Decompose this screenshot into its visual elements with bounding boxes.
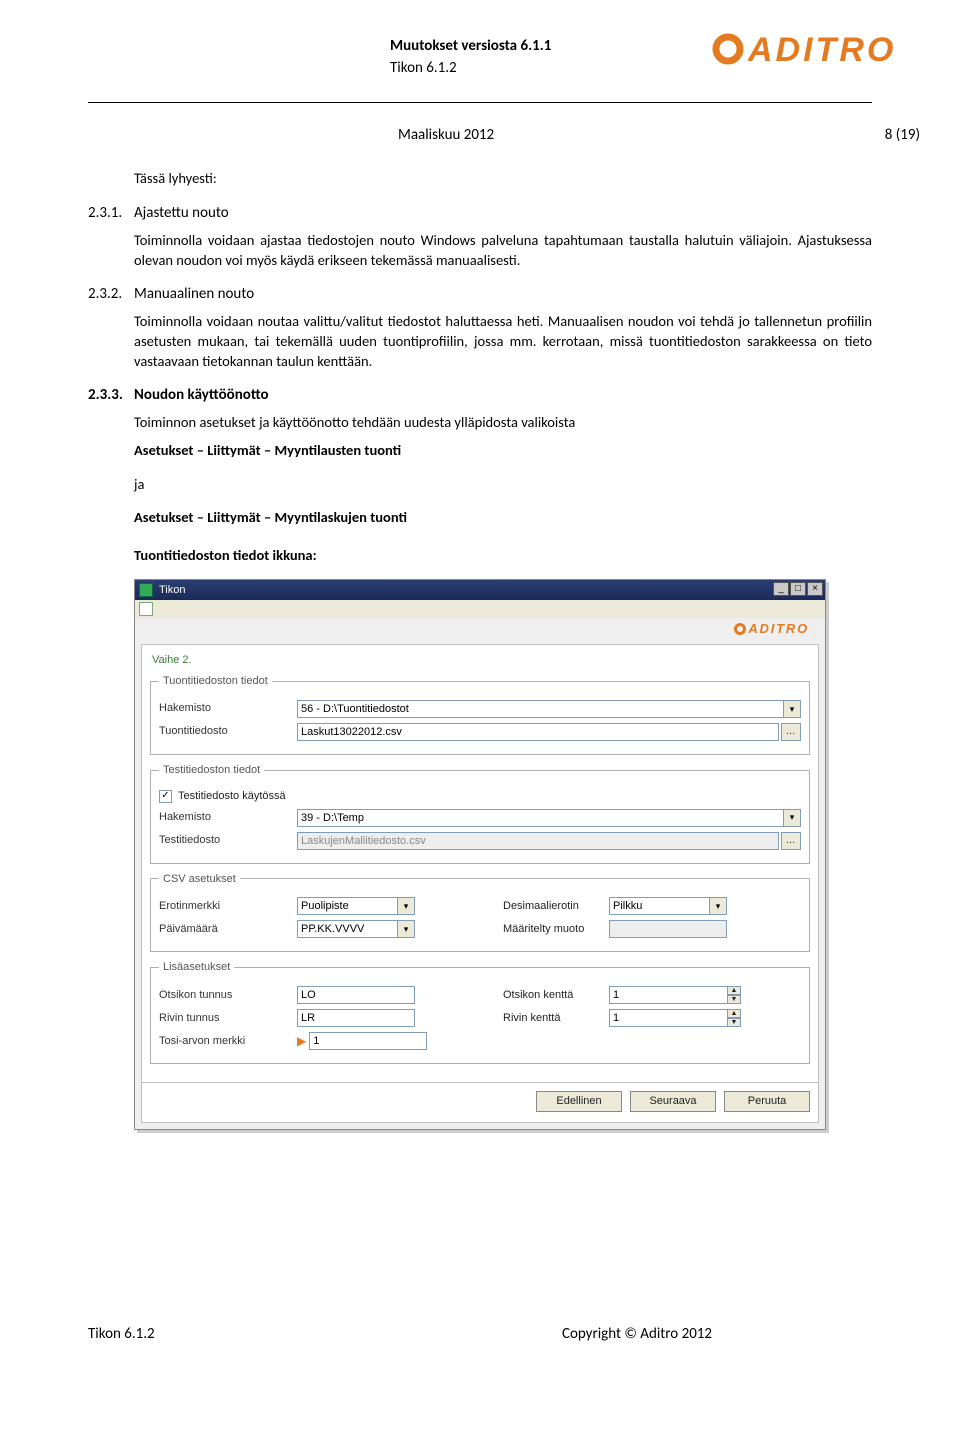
otsikon-tunnus-input[interactable] [297,986,415,1004]
desimaalierotin-label: Desimaalierotin [489,899,609,914]
hakemisto-label: Hakemisto [159,810,297,825]
minimize-button[interactable]: _ [773,582,789,596]
testitiedosto-label: Testitiedosto [159,833,297,848]
paivamaara-select[interactable]: PP.KK.VVVV [297,920,415,938]
erotinmerkki-select[interactable]: Puolipiste [297,897,415,915]
section-2-3-1: 2.3.1.Ajastettu nouto [88,203,872,223]
menu-path-1: Asetukset – Liittymät – Myyntilausten tu… [134,441,872,461]
peruuta-button[interactable]: Peruuta [724,1091,810,1112]
spin-up-icon[interactable]: ▲ [727,986,741,995]
tosi-arvon-merkki-label: Tosi-arvon merkki [159,1034,297,1049]
tuontitiedosto-input[interactable] [297,723,779,741]
hakemisto-select[interactable]: 56 - D:\Tuontitiedostot [297,700,801,718]
group-tuontitiedoston-tiedot: Tuontitiedoston tiedot Hakemisto 56 - D:… [150,674,810,755]
heading-number: 2.3.2. [88,284,134,304]
rivin-tunnus-label: Rivin tunnus [159,1011,297,1026]
spin-down-icon[interactable]: ▼ [727,995,741,1004]
maaritelty-muoto-label: Määritelty muoto [489,922,609,937]
paivamaara-label: Päivämäärä [159,922,297,937]
heading-title: Manuaalinen nouto [134,284,254,304]
heading-number: 2.3.3. [88,385,134,405]
group-lisaasetukset: Lisäasetukset Otsikon tunnus Otsikon ken… [150,960,810,1064]
edellinen-button[interactable]: Edellinen [536,1091,622,1112]
section-2-3-3: 2.3.3.Noudon käyttöönotto [88,385,872,405]
testitiedosto-input [297,832,779,850]
menu-path-2: Asetukset – Liittymät – Myyntilaskujen t… [134,508,872,528]
tikon-window: Tikon _ □ × ADITRO Vaihe 2. Tuontitiedos… [134,579,826,1130]
window-titlebar[interactable]: Tikon _ □ × [135,580,825,600]
otsikon-kentta-label: Otsikon kenttä [489,988,609,1003]
section-2-3-1-body: Toiminnolla voidaan ajastaa tiedostojen … [134,231,872,270]
wizard-step-label: Vaihe 2. [152,653,810,668]
group-testitiedoston-tiedot: Testitiedoston tiedot ✓ Testitiedosto kä… [150,763,810,864]
footer-right: Copyright © Aditro 2012 [562,1324,712,1344]
rivin-kentta-label: Rivin kenttä [489,1011,609,1026]
tosi-arvon-merkki-input[interactable] [309,1032,427,1050]
testitiedosto-checkbox-label: Testitiedosto käytössä [178,789,286,804]
spin-up-icon[interactable]: ▲ [727,1009,741,1018]
maximize-button[interactable]: □ [790,582,806,596]
maaritelty-muoto-input [609,920,727,938]
testi-hakemisto-select[interactable]: 39 - D:\Temp [297,809,801,827]
tuontitiedosto-label: Tuontitiedosto [159,724,297,739]
conjunction-ja: ja [134,475,872,495]
legend: Tuontitiedoston tiedot [159,674,272,689]
heading-title: Ajastettu nouto [134,203,229,223]
rivin-kentta-input[interactable] [609,1009,727,1027]
svg-text:ADITRO: ADITRO [747,31,896,69]
heading-title: Noudon käyttöönotto [134,385,269,405]
window-title: Tikon [159,583,186,598]
window-menubar[interactable] [135,600,825,618]
doc-header-subtitle: Tikon 6.1.2 [390,58,551,78]
intro-label: Tässä lyhyesti: [134,169,872,189]
legend: Testitiedoston tiedot [159,763,264,778]
erotinmerkki-label: Erotinmerkki [159,899,297,914]
spin-down-icon[interactable]: ▼ [727,1018,741,1027]
screenshot-heading: Tuontitiedoston tiedot ikkuna: [134,546,872,566]
page-number: 8 (19) [885,125,920,145]
app-icon [139,583,153,597]
footer-left: Tikon 6.1.2 [88,1325,155,1343]
otsikon-tunnus-label: Otsikon tunnus [159,988,297,1003]
desimaalierotin-select[interactable]: Pilkku [609,897,727,915]
group-csv-asetukset: CSV asetukset Erotinmerkki Puolipiste De… [150,872,810,953]
otsikon-kentta-spinner[interactable]: ▲▼ [609,986,741,1004]
rivin-kentta-spinner[interactable]: ▲▼ [609,1009,741,1027]
section-2-3-2: 2.3.2.Manuaalinen nouto [88,284,872,304]
doc-header-title: Muutokset versiosta 6.1.1 [390,36,551,56]
rivin-tunnus-input[interactable] [297,1009,415,1027]
seuraava-button[interactable]: Seuraava [630,1091,716,1112]
aditro-logo-small: ADITRO [734,620,809,638]
legend: CSV asetukset [159,872,240,887]
browse-button[interactable]: … [781,832,801,850]
otsikon-kentta-input[interactable] [609,986,727,1004]
cursor-indicator-icon: ▶ [297,1033,306,1049]
legend: Lisäasetukset [159,960,234,975]
heading-number: 2.3.1. [88,203,134,223]
hakemisto-label: Hakemisto [159,701,297,716]
close-button[interactable]: × [807,582,823,596]
section-2-3-3-lead: Toiminnon asetukset ja käyttöönotto tehd… [134,413,872,433]
page-footer: Tikon 6.1.2 Copyright © Aditro 2012 [88,1324,872,1344]
section-2-3-2-body: Toiminnolla voidaan noutaa valittu/valit… [134,312,872,371]
date-label: Maaliskuu 2012 [398,125,494,145]
menu-icon[interactable] [139,602,153,616]
aditro-logo: ADITRO [710,28,910,70]
header-rule [88,102,872,103]
testitiedosto-checkbox[interactable]: ✓ [159,790,172,803]
browse-button[interactable]: … [781,723,801,741]
